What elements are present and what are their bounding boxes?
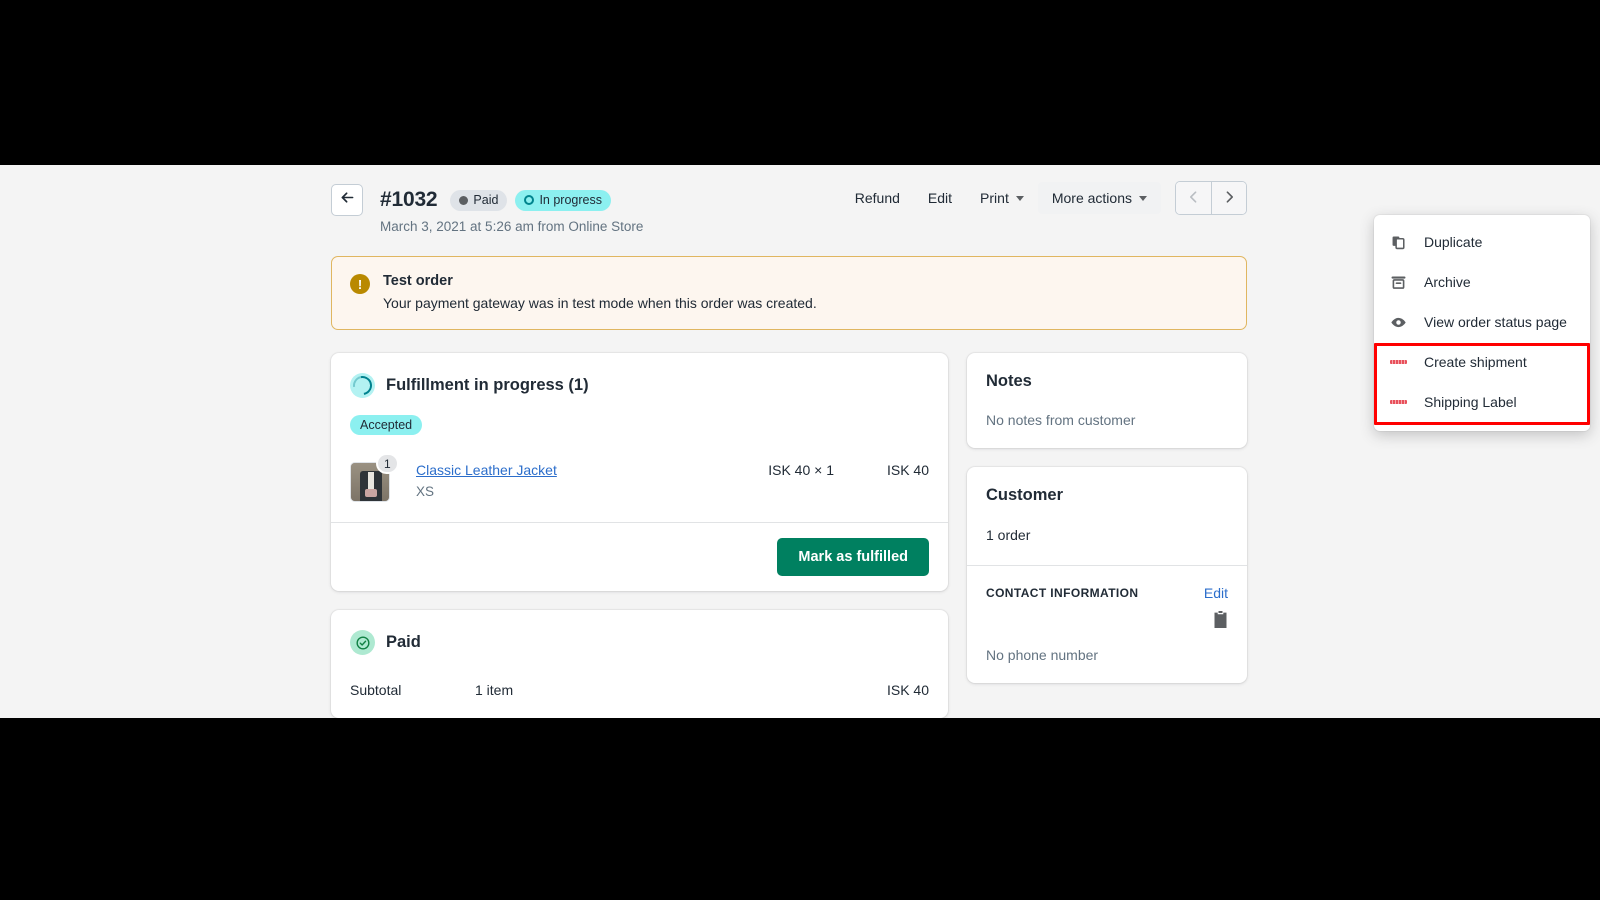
chevron-down-icon bbox=[1139, 195, 1147, 201]
subtotal-label: Subtotal bbox=[350, 682, 402, 698]
check-circle-icon bbox=[350, 630, 375, 655]
customer-order-count: 1 order bbox=[986, 527, 1031, 543]
subtotal-amount: ISK 40 bbox=[886, 682, 929, 698]
shipping-app-logo-icon bbox=[1388, 392, 1408, 412]
header-actions: Refund Edit Print More actions bbox=[841, 181, 1247, 215]
mark-as-fulfilled-button[interactable]: Mark as fulfilled bbox=[777, 538, 929, 576]
progress-ring-icon bbox=[350, 373, 375, 398]
test-order-banner: ! Test order Your payment gateway was in… bbox=[331, 256, 1247, 330]
chevron-down-icon bbox=[1015, 195, 1024, 201]
fulfillment-card: Fulfillment in progress (1) Accepted 1 C… bbox=[331, 353, 948, 591]
product-variant: XS bbox=[416, 484, 435, 499]
status-badge-paid-label: Paid bbox=[473, 193, 499, 207]
back-button[interactable] bbox=[331, 184, 363, 216]
menu-item-duplicate-label: Duplicate bbox=[1424, 234, 1483, 250]
status-badges: Paid In progress bbox=[450, 189, 611, 211]
menu-item-archive[interactable]: Archive bbox=[1374, 262, 1590, 302]
banner-body: Your payment gateway was in test mode wh… bbox=[383, 295, 817, 311]
status-badge-paid: Paid bbox=[450, 189, 508, 211]
line-item-unit-price: ISK 40 × 1 bbox=[768, 462, 834, 478]
contact-edit-link[interactable]: Edit bbox=[1204, 585, 1228, 601]
archive-icon bbox=[1388, 272, 1408, 292]
line-item-quantity-badge: 1 bbox=[376, 453, 399, 474]
menu-item-shipping-label-label: Shipping Label bbox=[1424, 394, 1517, 410]
order-detail-page: #1032 Paid In progress Refund Edit Print… bbox=[0, 165, 1600, 718]
menu-item-archive-label: Archive bbox=[1424, 274, 1471, 290]
chevron-right-icon bbox=[1221, 189, 1237, 208]
subtotal-row: Subtotal 1 item ISK 40 bbox=[350, 682, 929, 698]
fulfillment-card-title: Fulfillment in progress (1) bbox=[386, 376, 589, 394]
notes-card: Notes No notes from customer bbox=[967, 353, 1247, 448]
more-actions-label: More actions bbox=[1051, 190, 1132, 206]
filled-circle-icon bbox=[459, 195, 469, 205]
chevron-left-icon bbox=[1186, 189, 1202, 208]
menu-item-shipping-label[interactable]: Shipping Label bbox=[1374, 382, 1590, 422]
duplicate-icon bbox=[1388, 232, 1408, 252]
menu-item-create-shipment[interactable]: Create shipment bbox=[1374, 342, 1590, 382]
banner-title: Test order bbox=[383, 273, 453, 289]
paid-card: Paid Subtotal 1 item ISK 40 bbox=[331, 610, 948, 718]
order-date-source: March 3, 2021 at 5:26 am from Online Sto… bbox=[380, 219, 644, 234]
alert-exclamation-icon: ! bbox=[350, 274, 370, 294]
status-badge-in-progress: In progress bbox=[515, 189, 611, 211]
menu-item-create-shipment-label: Create shipment bbox=[1424, 354, 1527, 370]
eye-icon bbox=[1388, 312, 1408, 332]
subtotal-detail: 1 item bbox=[475, 682, 514, 698]
notes-empty-text: No notes from customer bbox=[986, 412, 1136, 428]
arrow-left-icon bbox=[339, 189, 356, 211]
refund-button[interactable]: Refund bbox=[841, 183, 914, 213]
print-button[interactable]: Print bbox=[966, 183, 1038, 213]
customer-card-title: Customer bbox=[986, 486, 1064, 504]
status-badge-in-progress-label: In progress bbox=[539, 193, 602, 207]
line-item-total: ISK 40 bbox=[886, 462, 929, 478]
line-item-row: 1 Classic Leather Jacket XS ISK 40 × 1 I… bbox=[350, 453, 929, 502]
more-actions-button[interactable]: More actions bbox=[1037, 182, 1161, 214]
app-viewport: #1032 Paid In progress Refund Edit Print… bbox=[0, 165, 1600, 718]
menu-item-view-order-status-page[interactable]: View order status page bbox=[1374, 302, 1590, 342]
customer-card: Customer 1 order CONTACT INFORMATION Edi… bbox=[967, 467, 1247, 683]
edit-button[interactable]: Edit bbox=[914, 183, 966, 213]
pagination bbox=[1175, 181, 1247, 215]
next-order-button[interactable] bbox=[1211, 182, 1246, 214]
more-actions-dropdown: Duplicate Archive View order status page bbox=[1374, 215, 1590, 431]
clipboard-copy-icon[interactable] bbox=[1213, 611, 1228, 633]
menu-item-view-order-status-page-label: View order status page bbox=[1424, 314, 1567, 330]
paid-card-title: Paid bbox=[386, 633, 421, 651]
print-button-label: Print bbox=[980, 190, 1009, 206]
partial-ring-icon bbox=[524, 195, 535, 205]
shipping-app-logo-icon bbox=[1388, 352, 1408, 372]
notes-card-title: Notes bbox=[986, 372, 1032, 390]
menu-item-duplicate[interactable]: Duplicate bbox=[1374, 222, 1590, 262]
page-title: #1032 bbox=[380, 188, 438, 211]
contact-information-heading: CONTACT INFORMATION bbox=[986, 586, 1139, 600]
page-header: #1032 Paid In progress Refund Edit Print… bbox=[331, 165, 1247, 217]
previous-order-button[interactable] bbox=[1176, 182, 1211, 214]
product-link[interactable]: Classic Leather Jacket bbox=[416, 462, 694, 478]
fulfillment-status-chip: Accepted bbox=[350, 415, 423, 435]
customer-phone: No phone number bbox=[986, 647, 1099, 663]
